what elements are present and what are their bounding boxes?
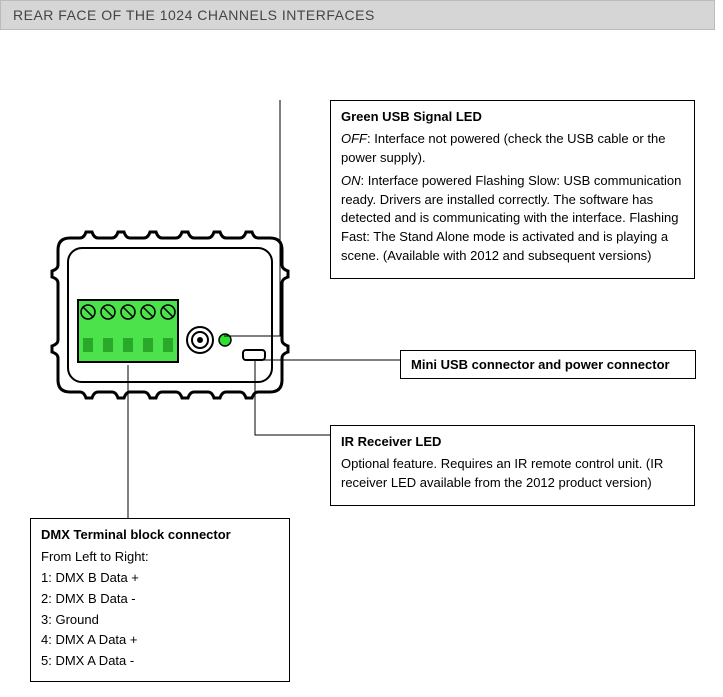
pin-row: 2: DMX B Data -: [41, 590, 279, 609]
callout-green-usb-led: Green USB Signal LED OFF: Interface not …: [330, 100, 695, 279]
callout-dmx-terminal: DMX Terminal block connector From Left t…: [30, 518, 290, 682]
callout-title: DMX Terminal block connector: [41, 527, 279, 542]
callout-title: Green USB Signal LED: [341, 109, 684, 124]
device-illustration: [40, 220, 300, 420]
state-off-text: : Interface not powered (check the USB c…: [341, 131, 665, 165]
callout-title: IR Receiver LED: [341, 434, 684, 449]
callout-line-on: ON: Interface powered Flashing Slow: USB…: [341, 172, 684, 266]
mini-usb-icon: [243, 350, 265, 360]
callout-line-off: OFF: Interface not powered (check the US…: [341, 130, 684, 168]
header-bar: REAR FACE OF THE 1024 CHANNELS INTERFACE…: [0, 0, 715, 30]
page-title: REAR FACE OF THE 1024 CHANNELS INTERFACE…: [13, 7, 375, 23]
state-on-label: ON: [341, 173, 361, 188]
callout-ir-led: IR Receiver LED Optional feature. Requir…: [330, 425, 695, 506]
callout-title: Mini USB connector and power connector: [411, 357, 685, 372]
callout-text: Optional feature. Requires an IR remote …: [341, 455, 684, 493]
pin-intro: From Left to Right:: [41, 548, 279, 567]
pin-row: 3: Ground: [41, 611, 279, 630]
state-on-text: : Interface powered Flashing Slow: USB c…: [341, 173, 681, 263]
pin-row: 1: DMX B Data +: [41, 569, 279, 588]
callout-mini-usb: Mini USB connector and power connector: [400, 350, 696, 379]
diagram-canvas: Green USB Signal LED OFF: Interface not …: [0, 30, 723, 690]
state-off-label: OFF: [341, 131, 367, 146]
green-led-icon: [219, 334, 231, 346]
pin-row: 4: DMX A Data +: [41, 631, 279, 650]
pin-row: 5: DMX A Data -: [41, 652, 279, 671]
